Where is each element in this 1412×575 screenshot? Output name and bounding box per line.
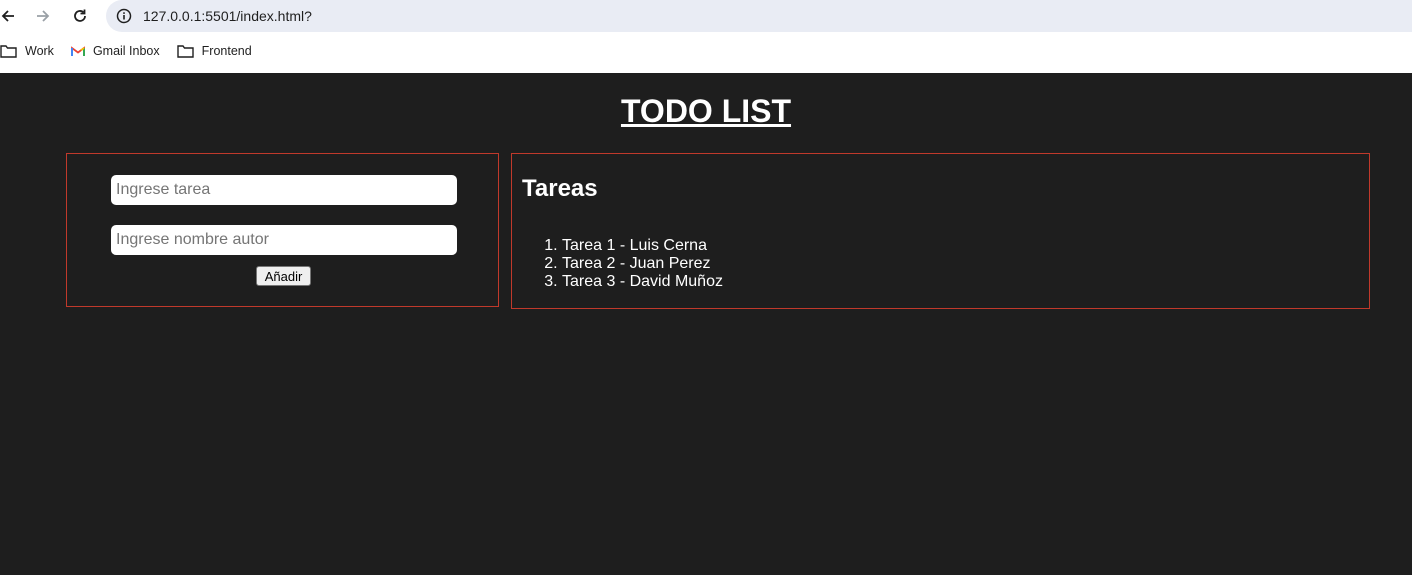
folder-icon bbox=[0, 45, 17, 58]
folder-icon bbox=[176, 45, 194, 58]
bookmark-gmail-inbox[interactable]: Gmail Inbox bbox=[70, 44, 160, 58]
back-button[interactable] bbox=[0, 4, 20, 28]
task-list-panel: Tareas Tarea 1 - Luis Cerna Tarea 2 - Ju… bbox=[511, 153, 1370, 309]
add-button[interactable]: Añadir bbox=[256, 266, 311, 286]
forward-arrow-icon bbox=[37, 10, 50, 22]
url-text[interactable]: 127.0.0.1:5501/index.html? bbox=[143, 8, 312, 24]
reload-button[interactable] bbox=[68, 4, 92, 28]
reload-icon bbox=[74, 9, 86, 22]
site-info-icon[interactable] bbox=[116, 8, 132, 24]
task-input[interactable] bbox=[111, 175, 457, 205]
list-heading: Tareas bbox=[522, 175, 598, 202]
gmail-icon bbox=[70, 45, 85, 56]
address-bar[interactable]: 127.0.0.1:5501/index.html? bbox=[106, 0, 1412, 32]
list-item: Tarea 3 - David Muñoz bbox=[562, 273, 723, 291]
bookmark-label: Work bbox=[25, 44, 54, 58]
bookmarks-bar: Work Gmail Inbox Frontend bbox=[0, 40, 252, 62]
page-title: TODO LIST bbox=[620, 93, 792, 129]
task-form: Añadir bbox=[66, 153, 499, 307]
page-content: TODO LIST Añadir Tareas Tarea 1 - Luis C… bbox=[0, 73, 1412, 575]
browser-chrome: 127.0.0.1:5501/index.html? Work Gmail In… bbox=[0, 0, 1412, 73]
author-input[interactable] bbox=[111, 225, 457, 255]
list-item: Tarea 2 - Juan Perez bbox=[562, 255, 723, 273]
task-list: Tarea 1 - Luis Cerna Tarea 2 - Juan Pere… bbox=[522, 237, 723, 291]
bookmark-work[interactable]: Work bbox=[0, 44, 54, 58]
list-item: Tarea 1 - Luis Cerna bbox=[562, 237, 723, 255]
back-arrow-icon bbox=[1, 10, 14, 22]
bookmark-label: Frontend bbox=[201, 44, 252, 58]
forward-button[interactable] bbox=[31, 4, 55, 28]
address-row: 127.0.0.1:5501/index.html? bbox=[0, 0, 1412, 32]
bookmark-frontend[interactable]: Frontend bbox=[176, 44, 252, 58]
bookmark-label: Gmail Inbox bbox=[92, 44, 160, 58]
